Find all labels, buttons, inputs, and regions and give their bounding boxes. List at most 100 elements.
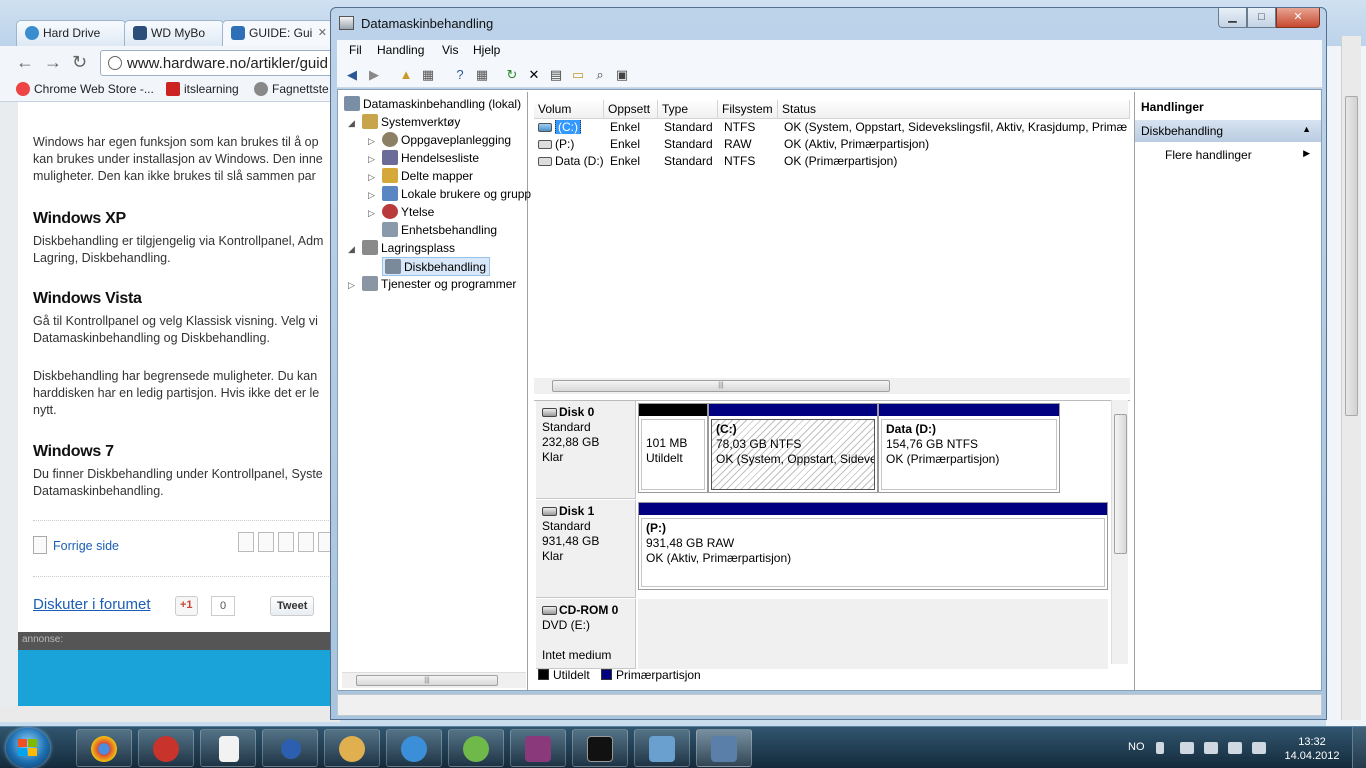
tree-item-computer-management[interactable]: Datamaskinbehandling (lokal) (344, 96, 521, 111)
expanded-arrow-icon[interactable]: ◢ (348, 118, 358, 129)
scrollbar-thumb[interactable]: ||| (356, 675, 498, 686)
column-header-type[interactable]: Type (658, 100, 718, 119)
open-folder-icon[interactable]: ▭ (569, 66, 587, 84)
browser-tab-2[interactable]: GUIDE: Gui ✕ (222, 20, 334, 46)
help-icon[interactable]: ? (451, 66, 469, 84)
action-center-flag-icon[interactable] (1204, 742, 1218, 754)
page-icon[interactable] (278, 532, 294, 552)
column-header-volum[interactable]: Volum (534, 100, 604, 119)
back-arrow-icon[interactable]: ◀ (343, 66, 361, 84)
disk-settings-icon[interactable]: ▣ (613, 66, 631, 84)
show-desktop-button[interactable] (1352, 727, 1366, 768)
google-plus-button[interactable]: +1 (175, 596, 198, 616)
tree-item-local-users-groups[interactable]: ▷ Lokale brukere og grupp (368, 186, 531, 201)
search-icon[interactable]: ⌕ (591, 66, 609, 84)
column-header-status[interactable]: Status (778, 100, 1130, 119)
disk-0-label[interactable]: Disk 0 Standard 232,88 GB Klar (536, 401, 636, 499)
disk-1-label[interactable]: Disk 1 Standard 931,48 GB Klar (536, 500, 636, 598)
volume-cell[interactable]: (P:) (538, 137, 604, 151)
partition-c[interactable]: (C:) 78,03 GB NTFS OK (System, Oppstart,… (708, 403, 878, 493)
page-icon[interactable] (258, 532, 274, 552)
tree-item-shared-folders[interactable]: ▷ Delte mapper (368, 168, 473, 183)
taskbar-paint[interactable] (324, 729, 380, 767)
column-header-filsystem[interactable]: Filsystem (718, 100, 778, 119)
show-hide-action-pane-icon[interactable]: ▦ (473, 66, 491, 84)
taskbar-plus-app[interactable] (262, 729, 318, 767)
tree-item-device-manager[interactable]: Enhetsbehandling (382, 222, 497, 237)
bookmark-fagnettste[interactable]: Fagnettste (254, 82, 329, 96)
clock[interactable]: 13:32 14.04.2012 (1282, 735, 1342, 763)
refresh-icon[interactable]: ↻ (503, 66, 521, 84)
partition-unallocated[interactable]: 101 MB Utildelt (638, 403, 708, 493)
menu-hjelp[interactable]: Hjelp (473, 43, 500, 57)
forum-link[interactable]: Diskuter i forumet (33, 596, 151, 613)
tree-item-event-viewer[interactable]: ▷ Hendelsesliste (368, 150, 479, 165)
expanded-arrow-icon[interactable]: ◢ (348, 244, 358, 255)
taskbar-ccleaner[interactable] (138, 729, 194, 767)
volume-cell[interactable]: Data (D:) (538, 154, 604, 168)
maximize-button[interactable]: □ (1247, 8, 1276, 28)
delete-icon[interactable]: ✕ (525, 66, 543, 84)
tree-horizontal-scrollbar[interactable]: ||| (342, 672, 526, 688)
volume-list-horizontal-scrollbar[interactable]: ||| (534, 378, 1130, 394)
menu-fil[interactable]: Fil (349, 43, 362, 57)
column-header-oppsett[interactable]: Oppsett (604, 100, 658, 119)
show-hidden-icons-icon[interactable] (1156, 742, 1164, 754)
collapse-arrow-icon[interactable]: ▲ (1302, 124, 1311, 134)
close-tab-icon[interactable]: ✕ (318, 26, 327, 39)
tree-item-storage[interactable]: ◢ Lagringsplass (348, 240, 455, 255)
taskbar-messenger[interactable] (448, 729, 504, 767)
taskbar-winrar[interactable] (510, 729, 566, 767)
up-folder-icon[interactable]: ▲ (397, 66, 415, 84)
collapsed-arrow-icon[interactable]: ▷ (368, 190, 378, 201)
graphical-view-vertical-scrollbar[interactable] (1111, 400, 1128, 664)
more-actions-item[interactable]: Flere handlinger (1165, 148, 1252, 162)
tree-item-performance[interactable]: ▷ Ytelse (368, 204, 434, 219)
tree-item-services-applications[interactable]: ▷ Tjenester og programmer (348, 276, 516, 291)
window-titlebar[interactable]: Datamaskinbehandling ▁ □ ✕ (331, 8, 1326, 38)
tweet-button[interactable]: Tweet (270, 596, 315, 616)
taskbar-quicktime[interactable] (386, 729, 442, 767)
network-icon[interactable] (1228, 742, 1242, 754)
reload-icon[interactable]: ↻ (72, 52, 87, 73)
bookmark-chrome-web-store[interactable]: Chrome Web Store -... (16, 82, 154, 96)
close-button[interactable]: ✕ (1276, 8, 1320, 28)
forward-icon[interactable]: → (44, 52, 62, 73)
page-icon[interactable] (298, 532, 314, 552)
collapsed-arrow-icon[interactable]: ▷ (368, 208, 378, 219)
tree-item-system-tools[interactable]: ◢ Systemverktøy (348, 114, 460, 129)
partition-p[interactable]: (P:) 931,48 GB RAW OK (Aktiv, Primærpart… (638, 502, 1108, 590)
scrollbar-thumb[interactable] (1345, 96, 1358, 416)
power-icon[interactable] (1252, 742, 1266, 754)
advertisement[interactable] (18, 650, 340, 706)
address-bar[interactable]: www.hardware.no/artikler/guid (100, 50, 340, 76)
show-hide-tree-icon[interactable]: ▦ (419, 66, 437, 84)
taskbar-control-panel[interactable] (634, 729, 690, 767)
menu-vis[interactable]: Vis (442, 43, 458, 57)
volume-cell[interactable]: (C:) (538, 120, 604, 134)
collapsed-arrow-icon[interactable]: ▷ (368, 154, 378, 165)
start-button[interactable] (6, 728, 50, 768)
back-icon[interactable]: ← (16, 52, 34, 73)
submenu-arrow-icon[interactable]: ▶ (1303, 148, 1310, 159)
tree-item-task-scheduler[interactable]: ▷ Oppgaveplanlegging (368, 132, 511, 147)
tree-item-disk-management[interactable]: Diskbehandling (382, 257, 491, 276)
browser-tab-0[interactable]: Hard Drive (16, 20, 126, 46)
page-horizontal-scrollbar[interactable] (0, 706, 340, 722)
taskbar-computer-management[interactable] (696, 729, 752, 767)
taskbar-document[interactable] (200, 729, 256, 767)
volume-icon[interactable] (1180, 742, 1194, 754)
cdrom-0-label[interactable]: CD-ROM 0 DVD (E:) Intet medium (536, 599, 636, 669)
scrollbar-thumb[interactable] (1114, 414, 1127, 554)
page-vertical-scrollbar[interactable] (1341, 36, 1361, 720)
scrollbar-thumb[interactable]: ||| (552, 380, 890, 392)
partition-d[interactable]: Data (D:) 154,76 GB NTFS OK (Primærparti… (878, 403, 1060, 493)
minimize-button[interactable]: ▁ (1218, 8, 1247, 28)
previous-page-link[interactable]: Forrige side (33, 536, 119, 554)
forward-arrow-icon[interactable]: ▶ (365, 66, 383, 84)
taskbar-command-prompt[interactable] (572, 729, 628, 767)
collapsed-arrow-icon[interactable]: ▷ (368, 136, 378, 147)
page-icon[interactable] (238, 532, 254, 552)
browser-tab-1[interactable]: WD MyBo (124, 20, 224, 46)
collapsed-arrow-icon[interactable]: ▷ (348, 280, 358, 291)
